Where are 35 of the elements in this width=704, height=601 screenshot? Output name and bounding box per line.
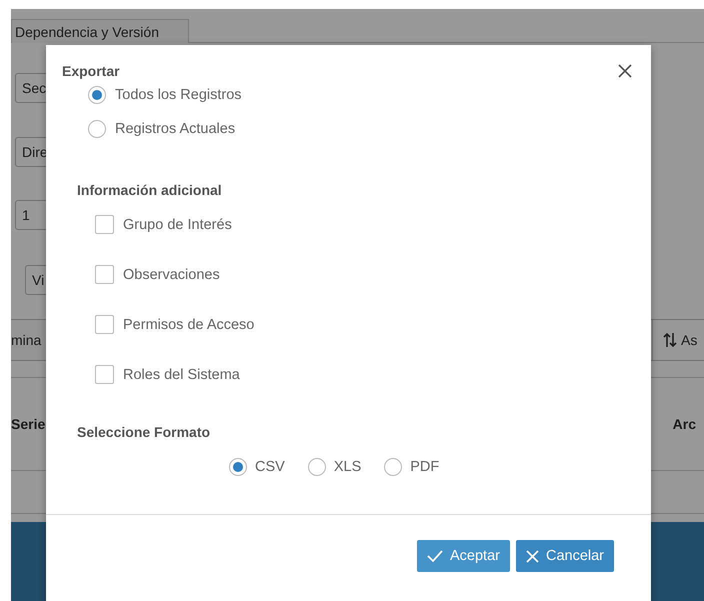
section-heading: Información adicional [77, 182, 223, 198]
radio-label: Registros Actuales [115, 121, 236, 137]
accept-button[interactable]: Aceptar [416, 540, 510, 572]
radio-button[interactable] [88, 120, 106, 138]
radio-button[interactable] [229, 458, 247, 476]
checkbox[interactable] [95, 215, 114, 234]
radio-label: PDF [410, 459, 440, 475]
dialog-title: Exportar [62, 63, 120, 79]
section-heading: Seleccione Formato [77, 424, 212, 440]
toolbar-text: mina [11, 332, 42, 348]
close-icon [526, 550, 539, 562]
radio-label: XLS [334, 459, 362, 475]
tab[interactable]: Dependencia y Versión [11, 19, 189, 43]
check-icon [426, 549, 443, 563]
column-header: Serie [11, 416, 46, 432]
checkbox-label: Permisos de Acceso [123, 316, 254, 332]
radio-button[interactable] [88, 86, 106, 104]
checkbox[interactable] [95, 315, 114, 334]
cancel-button[interactable]: Cancelar [516, 540, 614, 572]
checkbox[interactable] [95, 365, 114, 384]
radio-option[interactable]: Registros Actuales [88, 120, 651, 138]
close-icon [618, 64, 632, 78]
radio-option[interactable]: Todos los Registros [88, 86, 651, 104]
sort-button[interactable]: As [652, 320, 704, 360]
radio-label: Todos los Registros [115, 87, 242, 103]
close-button[interactable] [616, 62, 634, 80]
checkbox-label: Observaciones [123, 266, 220, 282]
checkbox-label: Roles del Sistema [123, 366, 240, 382]
sort-icon [663, 332, 677, 348]
checkbox-label: Grupo de Interés [123, 216, 232, 232]
radio-button[interactable] [308, 458, 326, 476]
radio-button[interactable] [384, 458, 402, 476]
checkbox[interactable] [95, 265, 114, 284]
radio-label: CSV [255, 459, 285, 475]
column-header: Arc [672, 416, 696, 432]
